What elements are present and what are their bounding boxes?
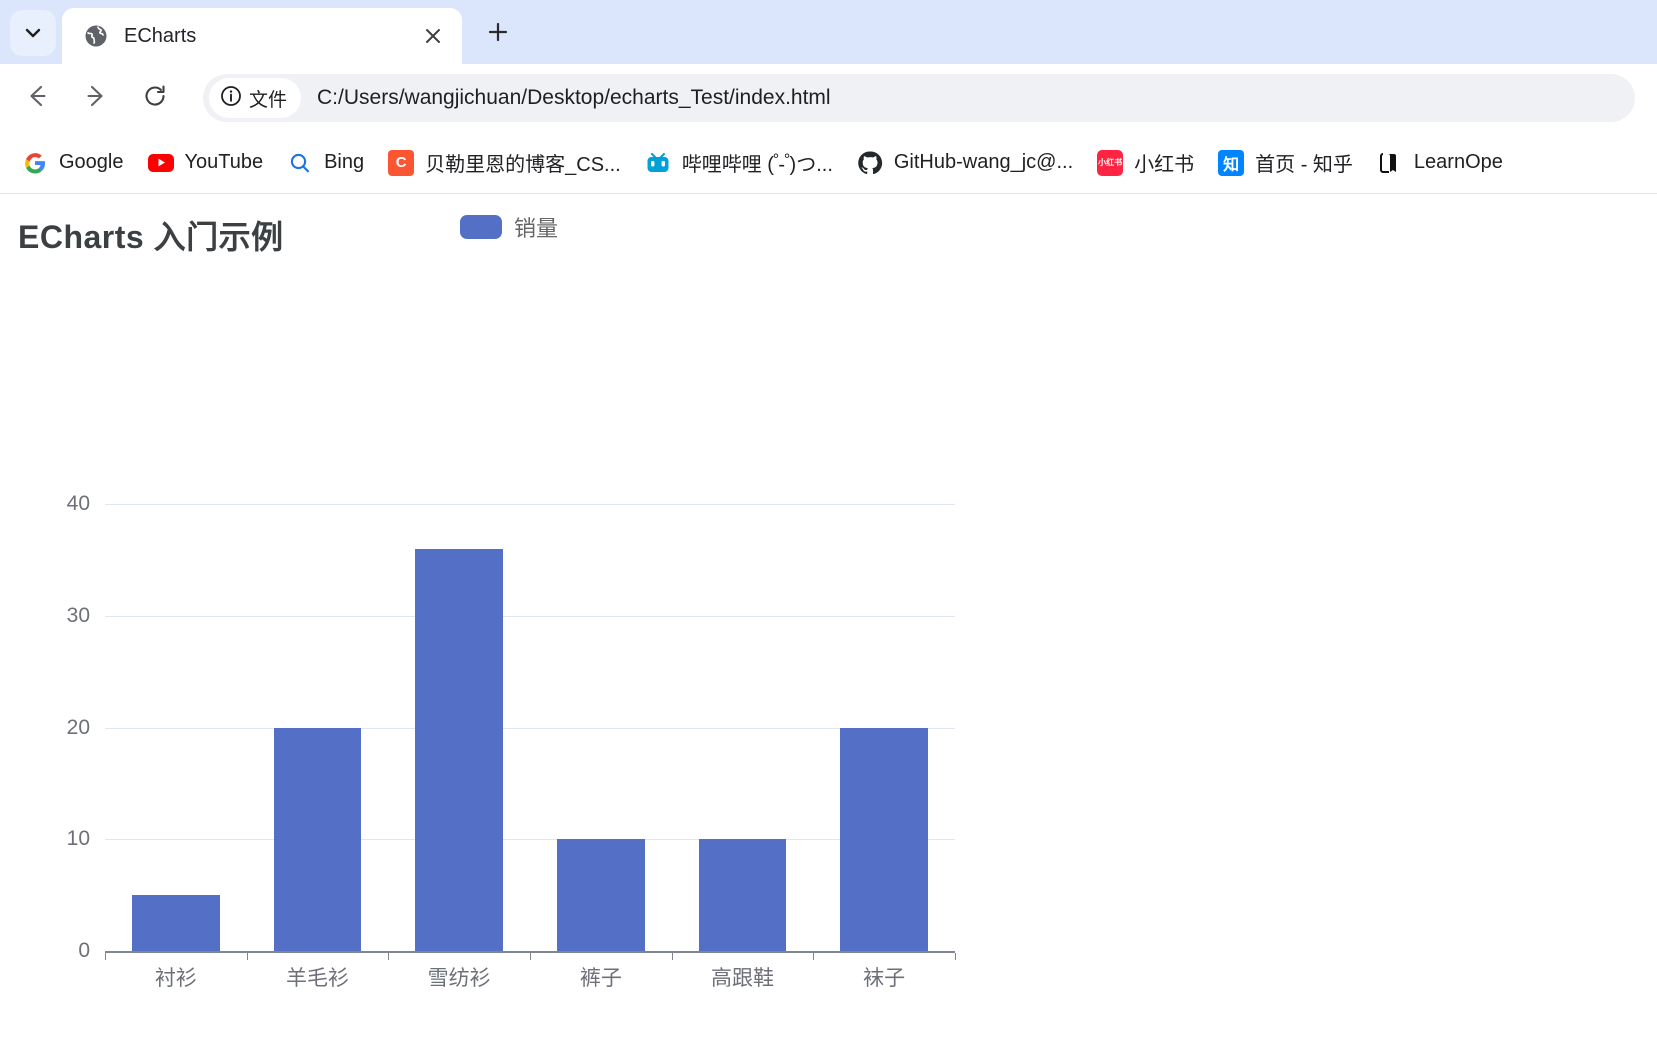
x-axis-tick	[388, 953, 390, 960]
browser-window: ECharts 文件 C:/Users/wangjichuan/Desktop/…	[0, 0, 1657, 1051]
bookmark-label: 哔哩哔哩 ( ゚- ゚)つ...	[681, 154, 833, 176]
reload-icon	[142, 83, 168, 114]
bookmarks-bar: Google YouTube Bing C 贝勒里恩的博客_CS... 哔哩哔哩…	[0, 132, 1657, 194]
chart-bars	[105, 504, 955, 951]
reload-button[interactable]	[130, 73, 180, 123]
bookmark-label: GitHub-wang_jc@...	[893, 151, 1074, 173]
chart-bar[interactable]	[273, 727, 362, 951]
bookmark-csdn-blog[interactable]: C 贝勒里恩的博客_CS...	[376, 142, 633, 183]
bookmark-xiaohongshu[interactable]: 小红书 小红书	[1085, 142, 1206, 183]
plus-icon	[487, 21, 509, 48]
bookmark-label: Google	[59, 151, 124, 173]
x-axis-tick-label: 高跟鞋	[711, 967, 774, 990]
xiaohongshu-icon: 小红书	[1097, 149, 1124, 176]
csdn-icon: C	[388, 149, 415, 176]
x-axis-tick-label: 羊毛衫	[286, 967, 349, 990]
info-circle-icon	[220, 85, 242, 112]
browser-toolbar: 文件 C:/Users/wangjichuan/Desktop/echarts_…	[0, 64, 1657, 132]
bilibili-icon	[645, 150, 671, 176]
forward-button[interactable]	[71, 73, 121, 123]
y-axis-tick-label: 20	[66, 715, 90, 739]
bookmark-label: Bing	[324, 151, 365, 173]
address-bar[interactable]: 文件 C:/Users/wangjichuan/Desktop/echarts_…	[203, 74, 1635, 122]
address-bar-url: C:/Users/wangjichuan/Desktop/echarts_Tes…	[317, 86, 831, 109]
y-axis-tick-label: 30	[66, 603, 90, 627]
chart-bar[interactable]	[698, 839, 787, 951]
x-axis-tick-label: 裤子	[579, 967, 622, 990]
new-tab-button[interactable]	[476, 12, 520, 56]
bookmark-zhihu[interactable]: 知 首页 - 知乎	[1206, 142, 1365, 183]
bing-search-icon	[287, 150, 313, 176]
bookmark-google[interactable]: Google	[10, 144, 136, 182]
x-axis-tick	[530, 953, 531, 960]
chart-bar[interactable]	[556, 839, 645, 951]
back-arrow-icon	[24, 83, 50, 114]
globe-icon	[84, 24, 108, 48]
x-axis-tick-label: 雪纺衫	[427, 967, 491, 990]
github-icon	[857, 150, 883, 176]
bookmark-label: 小红书	[1134, 154, 1195, 176]
chart-bar[interactable]	[840, 727, 929, 951]
chart-bar[interactable]	[415, 548, 504, 951]
x-axis-tick	[246, 953, 248, 960]
chevron-down-icon	[23, 23, 43, 43]
legend-label: 销量	[514, 216, 559, 241]
chart-legend-item-sales[interactable]: 销量	[460, 211, 558, 243]
bookmark-bing[interactable]: Bing	[275, 144, 376, 182]
bookmark-label: LearnOpe	[1413, 151, 1503, 173]
bookmark-github[interactable]: GitHub-wang_jc@...	[845, 144, 1085, 182]
echarts-bar-chart[interactable]: 销量 0 10 20 30 40 衬衫 羊毛衫 雪纺衫 裤子 高跟鞋 袜子	[0, 194, 1000, 1051]
x-axis-tick	[813, 953, 815, 960]
legend-swatch	[460, 215, 502, 239]
zhihu-icon: 知	[1218, 149, 1245, 176]
forward-arrow-icon	[83, 83, 109, 114]
page-content: ECharts 入门示例 销量 0 10 20 30 40 衬衫 羊毛衫 雪纺衫 裤子 高跟鞋袜…	[0, 194, 1657, 1051]
bookmark-bilibili[interactable]: 哔哩哔哩 ( ゚- ゚)つ...	[633, 142, 845, 183]
file-scheme-chip[interactable]: 文件	[209, 78, 302, 118]
y-axis-tick-label: 40	[66, 492, 90, 515]
y-axis-tick-label: 0	[78, 939, 90, 962]
back-button[interactable]	[12, 73, 62, 123]
close-icon[interactable]	[418, 21, 448, 51]
x-axis-tick-label: 袜子	[863, 967, 906, 990]
chart-bar[interactable]	[131, 895, 220, 951]
bookmark-label: 贝勒里恩的博客_CS...	[425, 154, 621, 176]
file-scheme-label: 文件	[249, 89, 288, 111]
tab-search-button[interactable]	[10, 10, 56, 56]
x-axis-tick	[955, 953, 956, 960]
browser-tab[interactable]: ECharts	[62, 8, 462, 64]
x-axis-tick-label: 衬衫	[154, 967, 197, 990]
google-icon	[22, 149, 48, 176]
youtube-icon	[147, 150, 174, 176]
book-icon	[1377, 150, 1403, 176]
tab-title: ECharts	[124, 24, 197, 47]
bookmark-label: 首页 - 知乎	[1255, 154, 1353, 176]
y-axis-tick-label: 10	[66, 827, 90, 851]
x-axis-tick	[671, 953, 673, 960]
bookmark-learnopengl[interactable]: LearnOpe	[1365, 144, 1515, 182]
bookmark-youtube[interactable]: YouTube	[136, 144, 276, 182]
x-axis-tick	[105, 953, 106, 960]
y-axis-tick-labels: 0 10 20 30 40	[50, 492, 90, 962]
tab-strip: ECharts	[0, 0, 1657, 64]
bookmark-label: YouTube	[184, 151, 264, 173]
